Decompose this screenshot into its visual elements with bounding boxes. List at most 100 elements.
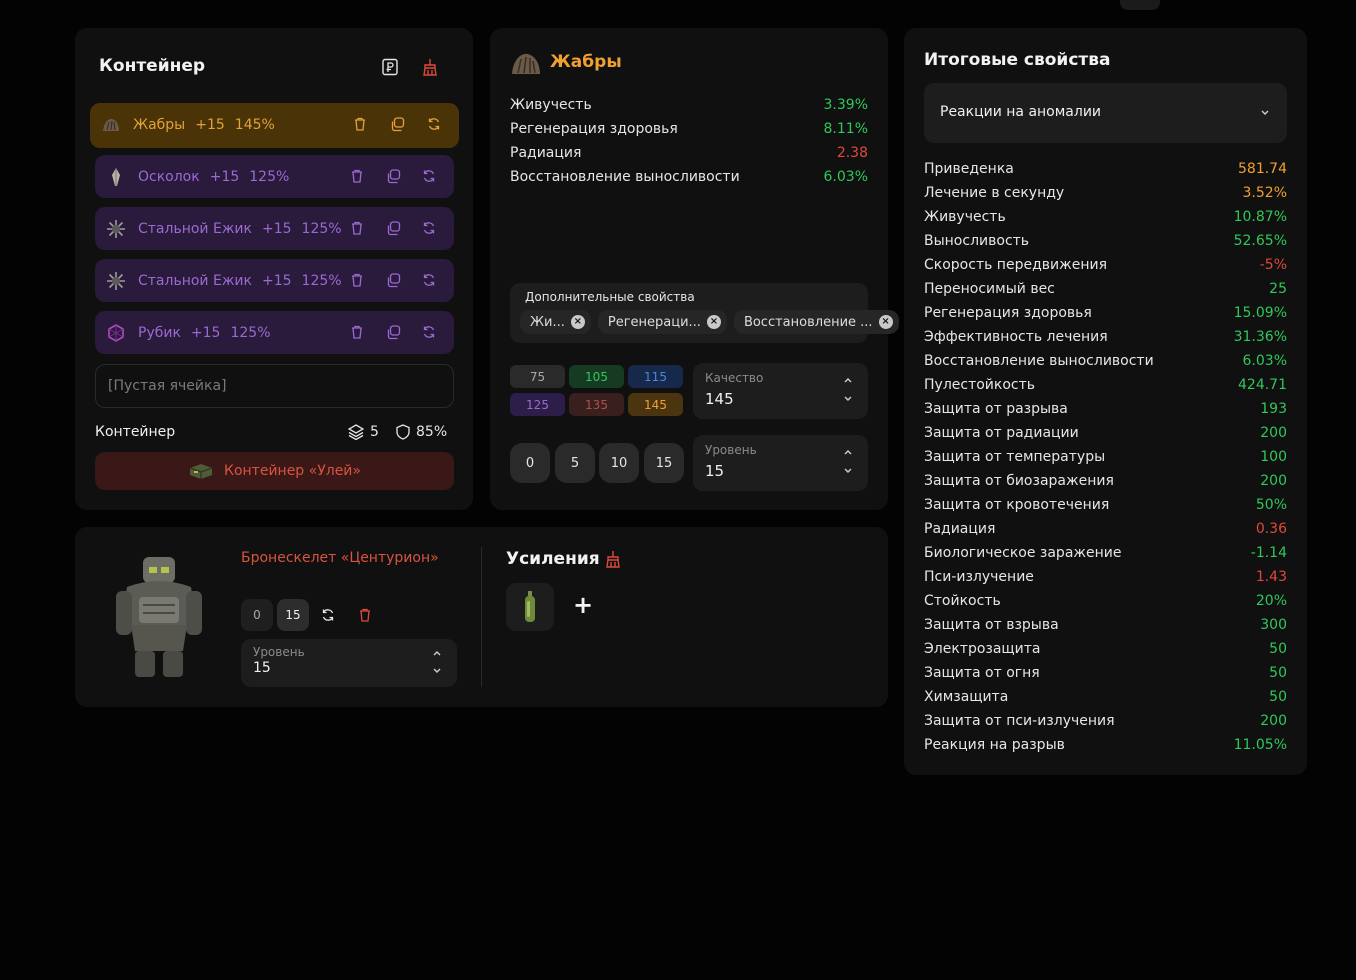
chevron-down-icon[interactable] [431, 665, 443, 677]
stat-row: Скорость передвижения -5% [924, 253, 1287, 277]
trash-icon [360, 608, 370, 622]
add-boost-button[interactable]: + [573, 591, 593, 619]
slot-item[interactable]: Жабры +15 145% [90, 103, 459, 148]
armor-level-button[interactable]: 0 [241, 599, 273, 631]
copy-button[interactable] [383, 218, 403, 238]
stat-label: Переносимый вес [924, 281, 1055, 297]
clear-boosts-button[interactable] [604, 550, 622, 572]
level-button[interactable]: 0 [510, 443, 550, 483]
stat-value: 2.38 [836, 145, 868, 161]
refresh-button[interactable] [419, 166, 439, 186]
delete-button[interactable] [347, 166, 367, 186]
level-button[interactable]: 5 [555, 443, 595, 483]
container-panel: Контейнер Жабры +15 145% Осколок +15 125… [75, 28, 473, 510]
stat-value: 50 [1269, 641, 1287, 657]
chevron-down-icon[interactable] [842, 393, 854, 405]
delete-button[interactable] [358, 607, 372, 626]
anomaly-dropdown[interactable]: Реакции на аномалии [924, 83, 1287, 143]
level-spinner[interactable]: Уровень 15 [693, 435, 868, 491]
stat-row: Восстановление выносливости 6.03% [510, 165, 868, 189]
copy-icon [387, 220, 400, 235]
quality-button[interactable]: 115 [628, 365, 683, 388]
trash-icon [352, 221, 362, 235]
delete-button[interactable] [347, 322, 367, 342]
refresh-button[interactable] [419, 270, 439, 290]
copy-button[interactable] [387, 114, 407, 134]
chevron-up-icon[interactable] [842, 374, 854, 386]
armor-level-button[interactable]: 15 [277, 599, 309, 631]
ruble-button[interactable] [379, 56, 401, 78]
armor-level-spinner[interactable]: Уровень 15 [241, 639, 457, 687]
refresh-button[interactable] [321, 607, 335, 626]
stat-label: Эффективность лечения [924, 329, 1108, 345]
slot-item[interactable]: Стальной Ежик +15 125% [95, 207, 454, 250]
slot-item[interactable]: Рубик +15 125% [95, 311, 454, 354]
stat-row: Защита от пси-излучения 200 [924, 709, 1287, 733]
delete-button[interactable] [347, 270, 367, 290]
slot-pct: 125% [301, 272, 342, 289]
stat-value: 0.36 [1255, 521, 1287, 537]
stat-label: Восстановление выносливости [924, 353, 1154, 369]
refresh-button[interactable] [419, 218, 439, 238]
quality-button[interactable]: 75 [510, 365, 565, 388]
stat-label: Защита от пси-излучения [924, 713, 1115, 729]
stat-row: Защита от температуры 100 [924, 445, 1287, 469]
top-tab[interactable] [1120, 0, 1160, 10]
close-icon[interactable]: × [878, 315, 893, 329]
stat-value: 193 [1260, 401, 1287, 417]
close-icon[interactable]: × [570, 315, 585, 329]
quality-button[interactable]: 105 [569, 365, 624, 388]
artifact-thumbnail [105, 322, 127, 344]
divider [481, 547, 482, 687]
chevron-up-icon[interactable] [842, 446, 854, 458]
container-icon [189, 464, 213, 479]
artifact-thumbnail [100, 114, 122, 136]
level-button[interactable]: 15 [644, 443, 684, 483]
refresh-button[interactable] [419, 322, 439, 342]
extra-chip[interactable]: Жи... × [520, 310, 591, 334]
slot-item[interactable]: Стальной Ежик +15 125% [95, 259, 454, 302]
chevron-down-icon[interactable] [842, 465, 854, 477]
stat-label: Пси-излучение [924, 569, 1034, 585]
container-title: Контейнер [99, 56, 206, 76]
stat-label: Скорость передвижения [924, 257, 1107, 273]
slot-plus: +15 [195, 116, 225, 133]
stat-value: 52.65% [1233, 233, 1287, 249]
boosts-title: Усиления [506, 549, 600, 569]
quality-button[interactable]: 135 [569, 393, 624, 416]
delete-button[interactable] [350, 114, 370, 134]
stat-label: Защита от радиации [924, 425, 1079, 441]
close-icon[interactable]: × [706, 315, 721, 329]
stat-label: Регенерация здоровья [924, 305, 1092, 321]
refresh-button[interactable] [424, 114, 444, 134]
stat-value: 50 [1269, 689, 1287, 705]
quality-button[interactable]: 145 [628, 393, 683, 416]
stat-value: 15.09% [1233, 305, 1287, 321]
trash-icon [355, 117, 365, 131]
extra-chip[interactable]: Регенераци... × [597, 310, 727, 334]
copy-button[interactable] [383, 166, 403, 186]
chevron-up-icon[interactable] [431, 647, 443, 659]
extra-properties[interactable]: Дополнительные свойства Жи... × Регенерац… [510, 283, 899, 343]
boost-slot[interactable] [506, 583, 554, 631]
artifact-panel: Жабры Живучесть 3.39% Регенерация здоровь… [490, 28, 899, 510]
slot-item[interactable]: Осколок +15 125% [95, 155, 454, 198]
summary-panel: Итоговые свойства Реакции на аномалии Пр… [904, 28, 1307, 775]
copy-button[interactable] [383, 322, 403, 342]
delete-button[interactable] [347, 218, 367, 238]
slot-label: Рубик +15 125% [138, 311, 271, 354]
copy-button[interactable] [383, 270, 403, 290]
stat-label: Регенерация здоровья [510, 121, 678, 137]
stat-value: -1.14 [1250, 545, 1287, 561]
level-button[interactable]: 10 [599, 443, 639, 483]
stat-value: 25 [1269, 281, 1287, 297]
quality-button[interactable]: 125 [510, 393, 565, 416]
stat-label: Химзащита [924, 689, 1009, 705]
container-type-button[interactable]: Контейнер «Улей» [95, 452, 454, 490]
extra-chip[interactable]: Восстановление ... × [733, 310, 899, 334]
quality-spinner[interactable]: Качество 145 [693, 363, 868, 419]
chip-label: Жи... [530, 314, 565, 330]
clear-container-button[interactable] [419, 56, 441, 78]
armor-name[interactable]: Бронескелет «Центурион» [241, 550, 439, 566]
empty-slot[interactable]: [Пустая ячейка] [95, 364, 454, 408]
